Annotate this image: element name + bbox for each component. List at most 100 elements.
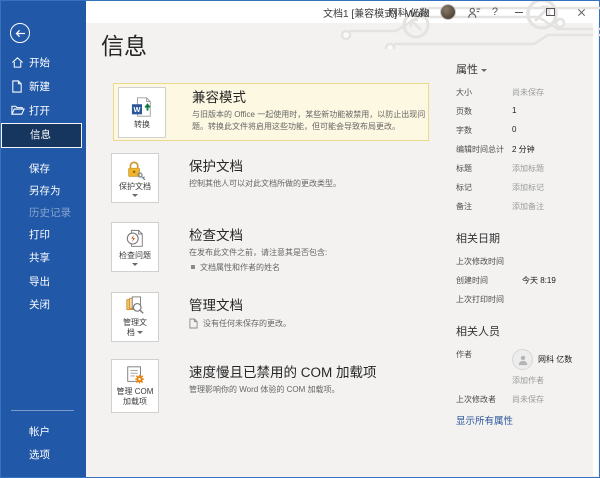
tile-label: 管理文档 — [123, 318, 147, 337]
property-row-tags[interactable]: 标记 添加标记 — [456, 182, 596, 193]
person-icon — [518, 355, 527, 365]
sidebar-item-label: 保存 — [29, 163, 50, 175]
date-row-last-printed: 上次打印时间 — [456, 295, 504, 304]
chevron-down-icon — [132, 193, 138, 197]
show-all-properties-link[interactable]: 显示所有属性 — [456, 413, 596, 427]
date-row-last-modified: 上次修改时间 — [456, 257, 504, 266]
sidebar-item-save[interactable]: 保存 — [1, 158, 86, 180]
tile-label: 转换 — [134, 119, 150, 129]
sidebar-item-home[interactable]: 开始 — [1, 52, 86, 74]
lock-key-icon — [128, 160, 146, 180]
chevron-down-icon — [132, 262, 138, 266]
help-button[interactable]: ? — [492, 6, 498, 18]
sidebar-item-new[interactable]: 新建 — [1, 76, 86, 98]
sidebar-item-open[interactable]: 打开 — [1, 100, 86, 122]
sidebar-divider — [11, 410, 74, 411]
manage-document-note: 没有任何未保存的更改。 — [189, 318, 431, 329]
properties-panel: 属性 大小 尚未保存 页数 1 字数 0 编辑时间总计 2 分钟 标题 添加标题… — [456, 61, 596, 427]
page-title: 信息 — [101, 33, 147, 59]
section-title: 管理文档 — [189, 298, 243, 313]
sidebar-item-label: 共享 — [29, 252, 50, 264]
section-compatibility-mode: W 转换 兼容模式 与旧版本的 Office 一起使用时，某些新功能被禁用，以防… — [113, 83, 429, 141]
manage-document-button[interactable]: 管理文档 — [111, 292, 159, 342]
section-title: 兼容模式 — [192, 90, 246, 105]
sidebar-item-label: 帐户 — [29, 426, 50, 438]
section-description: 管理影响你的 Word 体验的 COM 加载项。 — [189, 385, 340, 394]
word-backstage-window: 文档1 [兼容模式] - Word 网科 亿数 ? 开始 新建 打开 信息 保存… — [0, 0, 600, 478]
sidebar-item-history: 历史记录 — [1, 202, 86, 224]
sidebar-item-label: 另存为 — [29, 185, 61, 197]
property-row-pages: 页数 1 — [456, 106, 517, 116]
section-title: 速度慢且已禁用的 COM 加载项 — [189, 365, 377, 380]
inspect-bullet-item: 文档属性和作者的姓名 — [189, 262, 431, 273]
sidebar-item-account[interactable]: 帐户 — [1, 421, 86, 443]
document-icon — [189, 318, 198, 329]
sidebar-item-label: 信息 — [30, 129, 51, 141]
maximize-button[interactable] — [540, 4, 560, 20]
sidebar-item-label: 新建 — [29, 81, 50, 93]
manage-document-icon — [126, 296, 144, 314]
tile-label: 管理 COM 加载项 — [116, 387, 154, 406]
sidebar-item-print[interactable]: 打印 — [1, 224, 86, 246]
manage-com-addins-button[interactable]: 管理 COM 加载项 — [111, 359, 159, 413]
sidebar-item-label: 开始 — [29, 57, 50, 69]
property-row-words: 字数 0 — [456, 125, 517, 135]
property-row-size: 大小 尚未保存 — [456, 88, 544, 97]
word-convert-icon: W — [131, 96, 151, 117]
section-title: 保护文档 — [189, 159, 243, 174]
sidebar-item-label: 打印 — [29, 229, 50, 241]
convert-button[interactable]: W 转换 — [118, 87, 166, 138]
date-row-created: 创建时间 今天 8:19 — [456, 276, 556, 285]
add-author-field[interactable]: 添加作者 — [512, 375, 596, 386]
sidebar-item-export[interactable]: 导出 — [1, 271, 86, 293]
titlebar: 文档1 [兼容模式] - Word 网科 亿数 ? — [86, 1, 600, 49]
sidebar-item-close[interactable]: 关闭 — [1, 294, 86, 316]
open-folder-icon — [11, 105, 25, 115]
related-people-header: 相关人员 — [456, 326, 500, 338]
section-description: 在发布此文件之前，请注意其是否包含: — [189, 248, 328, 257]
chevron-down-icon — [481, 68, 488, 72]
property-row-edit-time: 编辑时间总计 2 分钟 — [456, 145, 535, 154]
sidebar-item-label: 关闭 — [29, 299, 50, 311]
tile-label: 检查问题 — [119, 250, 151, 260]
properties-header[interactable]: 属性 — [456, 61, 596, 77]
tile-label: 保护文档 — [119, 181, 151, 191]
sidebar-item-label: 选项 — [29, 449, 50, 461]
author-avatar — [512, 349, 533, 370]
section-description: 控制其他人可以对此文档所做的更改类型。 — [189, 179, 341, 188]
close-button[interactable] — [571, 4, 591, 20]
back-arrow-icon — [15, 29, 25, 37]
property-row-comments[interactable]: 备注 添加备注 — [456, 201, 596, 212]
sidebar-item-label: 导出 — [29, 276, 50, 288]
user-avatar[interactable] — [439, 4, 456, 20]
check-for-issues-button[interactable]: 检查问题 — [111, 222, 159, 272]
home-icon — [12, 57, 23, 68]
bullet-square-icon — [191, 265, 195, 270]
sidebar-item-save-as[interactable]: 另存为 — [1, 180, 86, 202]
section-title: 检查文档 — [189, 228, 243, 243]
related-dates-header: 相关日期 — [456, 233, 500, 245]
sidebar-item-options[interactable]: 选项 — [1, 444, 86, 466]
note-text: 没有任何未保存的更改。 — [203, 319, 291, 328]
sidebar-item-label: 打开 — [29, 105, 50, 117]
sidebar-item-label: 历史记录 — [29, 207, 71, 219]
author-name: 网科 亿数 — [538, 355, 573, 364]
inspect-document-icon — [126, 229, 143, 247]
author-row: 作者 网科 亿数 — [456, 349, 596, 370]
svg-text:W: W — [133, 105, 140, 114]
property-row-title[interactable]: 标题 添加标题 — [456, 163, 596, 174]
com-addins-icon — [127, 366, 144, 384]
section-description: 与旧版本的 Office 一起使用时，某些新功能被禁用，以防止出现问题。转换此文… — [192, 110, 426, 131]
author-chip[interactable]: 网科 亿数 — [512, 349, 572, 370]
sidebar-item-info-selected[interactable]: 信息 — [1, 123, 82, 148]
minimize-button[interactable] — [509, 4, 529, 20]
sidebar-item-share[interactable]: 共享 — [1, 247, 86, 269]
back-button[interactable] — [10, 23, 30, 43]
backstage-sidebar: 开始 新建 打开 信息 保存 另存为 历史记录 打印 共享 导出 关闭 帐户 选… — [1, 1, 86, 477]
bullet-text: 文档属性和作者的姓名 — [200, 262, 280, 272]
share-person-icon[interactable] — [467, 6, 481, 19]
new-document-icon — [12, 80, 22, 93]
protect-document-button[interactable]: 保护文档 — [111, 153, 159, 203]
signed-in-user: 网科 亿数 — [388, 8, 429, 19]
chevron-down-icon — [137, 331, 144, 335]
